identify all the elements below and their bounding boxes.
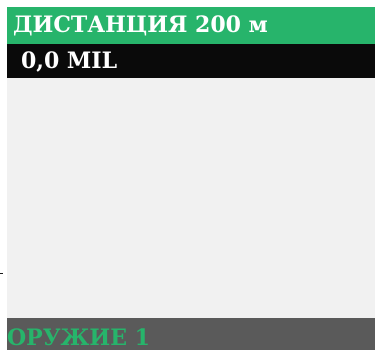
distance-header: ДИСТАНЦИЯ 200 м xyxy=(7,7,375,44)
weapon-footer[interactable]: ОРУЖИЕ 1 xyxy=(7,318,375,350)
edge-tick-mark xyxy=(0,273,3,274)
panel-content-area xyxy=(7,78,375,318)
mil-readout: 0,0 MIL xyxy=(7,44,375,78)
distance-panel: ДИСТАНЦИЯ 200 м 0,0 MIL ОРУЖИЕ 1 xyxy=(7,7,375,350)
ballistic-screen: ДИСТАНЦИЯ 200 м 0,0 MIL ОРУЖИЕ 1 xyxy=(0,0,382,350)
